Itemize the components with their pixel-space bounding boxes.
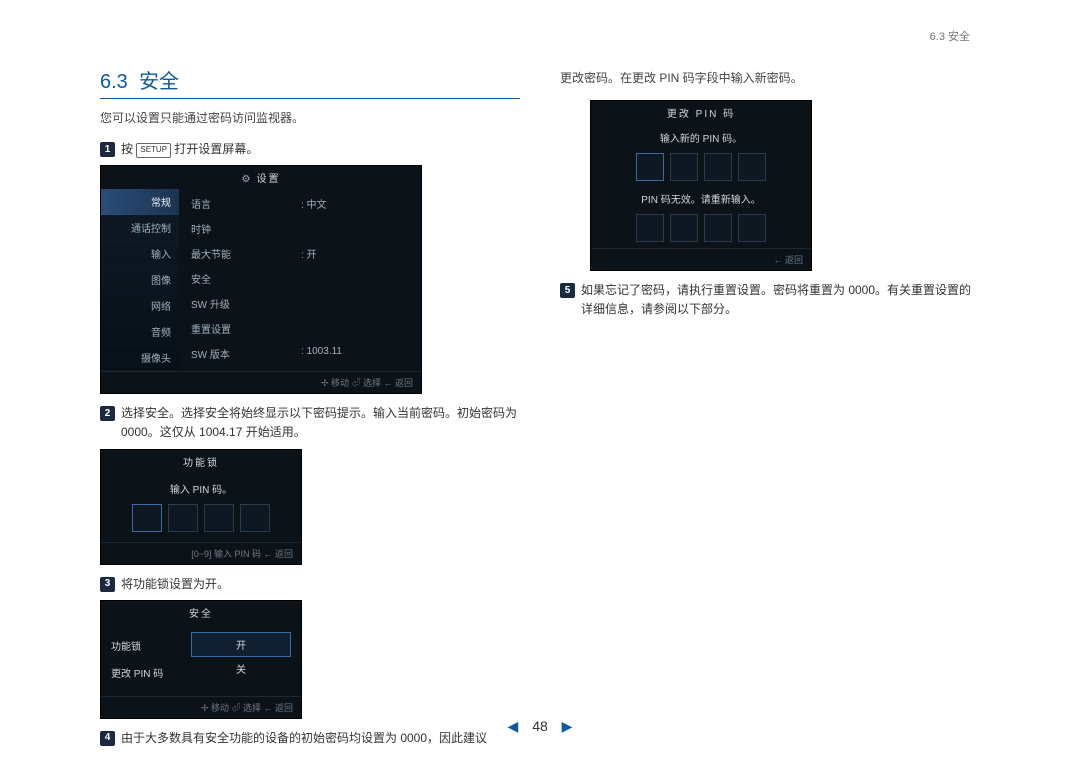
tab-network[interactable]: 网络 — [101, 293, 179, 319]
row-reset[interactable]: 重置设置 — [179, 316, 421, 341]
pin-boxes[interactable] — [101, 504, 301, 542]
setup-keycap: SETUP — [136, 143, 171, 158]
section-heading: 6.3 安全 — [100, 65, 520, 99]
osd-change-msg: 输入新的 PIN 码。 — [591, 124, 811, 151]
tab-audio[interactable]: 音频 — [101, 319, 179, 345]
gear-icon: ⚙ — [242, 174, 253, 185]
osd-change-foot: ← 返回 — [591, 248, 811, 270]
osd-pin-title: 功能锁 — [101, 450, 301, 473]
osd-settings-foot: ✢ 移动 ⏎ 选择 ← 返回 — [101, 371, 421, 393]
option-on[interactable]: 开 — [191, 632, 291, 657]
osd-settings-title: ⚙设置 — [101, 166, 421, 189]
step-3: 3 将功能锁设置为开。 — [100, 575, 520, 594]
section-title: 安全 — [139, 71, 179, 93]
osd-change-error: PIN 码无效。请重新输入。 — [591, 187, 811, 212]
row-energy[interactable]: 最大节能: 开 — [179, 241, 421, 266]
section-number: 6.3 — [100, 71, 128, 93]
option-off[interactable]: 关 — [191, 657, 291, 680]
step-badge: 2 — [100, 406, 115, 421]
row-security[interactable]: 安全 — [179, 266, 421, 291]
tab-camera[interactable]: 摄像头 — [101, 345, 179, 371]
row-language[interactable]: 语言: 中文 — [179, 191, 421, 216]
tab-general[interactable]: 常规 — [101, 189, 179, 215]
step-badge: 1 — [100, 142, 115, 157]
osd-pin-foot: [0~9] 输入 PIN 码 ← 返回 — [101, 542, 301, 564]
step-badge: 3 — [100, 577, 115, 592]
tab-input[interactable]: 输入 — [101, 241, 179, 267]
osd-security-title: 安全 — [101, 601, 301, 624]
osd-settings: ⚙设置 常规 通话控制 输入 图像 网络 音频 摄像头 语言: 中文 时钟 — [100, 165, 422, 394]
step-1: 1 按 SETUP 打开设置屏幕。 — [100, 140, 520, 159]
step1-post: 打开设置屏幕。 — [174, 142, 258, 156]
prev-page-icon[interactable]: ◀ — [508, 718, 519, 734]
osd-security: 安全 功能锁 更改 PIN 码 开 关 ✢ 移动 ⏎ 选择 ← 返回 — [100, 600, 302, 719]
row-swup[interactable]: SW 升级 — [179, 291, 421, 316]
step2-text: 选择安全。选择安全将始终显示以下密码提示。输入当前密码。初始密码为 0000。这… — [121, 404, 520, 442]
osd-pin-msg: 输入 PIN 码。 — [101, 473, 301, 504]
osd-pin-entry: 功能锁 输入 PIN 码。 [0~9] 输入 PIN 码 ← 返回 — [100, 449, 302, 565]
label-function-lock: 功能锁 — [111, 632, 191, 659]
running-header: 6.3 安全 — [930, 28, 970, 44]
osd-settings-tabs: 常规 通话控制 输入 图像 网络 音频 摄像头 — [101, 189, 179, 371]
step1-pre: 按 — [121, 142, 133, 156]
osd-change-title: 更改 PIN 码 — [591, 101, 811, 124]
step4b-text: 更改密码。在更改 PIN 码字段中输入新密码。 — [560, 69, 980, 86]
step-2: 2 选择安全。选择安全将始终显示以下密码提示。输入当前密码。初始密码为 0000… — [100, 404, 520, 442]
change-pin-boxes-2[interactable] — [591, 212, 811, 248]
step3-text: 将功能锁设置为开。 — [121, 575, 520, 594]
osd-change-pin: 更改 PIN 码 输入新的 PIN 码。 PIN 码无效。请重新输入。 ← 返回 — [590, 100, 812, 271]
step-badge: 5 — [560, 283, 575, 298]
page-number: 48 — [532, 718, 548, 734]
step5-text: 如果忘记了密码，请执行重置设置。密码将重置为 0000。有关重置设置的详细信息，… — [581, 281, 980, 319]
page-nav: ◀ 48 ▶ — [0, 718, 1080, 735]
osd-security-foot: ✢ 移动 ⏎ 选择 ← 返回 — [101, 696, 301, 718]
step-5: 5 如果忘记了密码，请执行重置设置。密码将重置为 0000。有关重置设置的详细信… — [560, 281, 980, 319]
tab-call[interactable]: 通话控制 — [101, 215, 179, 241]
tab-image[interactable]: 图像 — [101, 267, 179, 293]
next-page-icon[interactable]: ▶ — [562, 718, 573, 734]
label-change-pin: 更改 PIN 码 — [111, 659, 191, 686]
row-swver[interactable]: SW 版本: 1003.11 — [179, 341, 421, 366]
intro-text: 您可以设置只能通过密码访问监视器。 — [100, 109, 520, 126]
row-clock[interactable]: 时钟 — [179, 216, 421, 241]
change-pin-boxes-1[interactable] — [591, 151, 811, 187]
